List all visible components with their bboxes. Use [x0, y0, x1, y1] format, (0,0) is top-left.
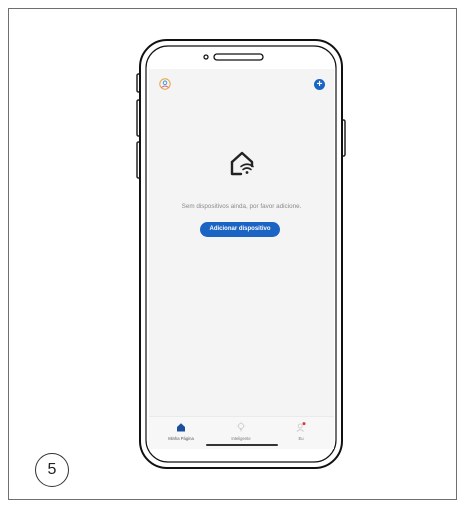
tab-label: Eu: [298, 436, 304, 441]
tab-label: Minha Página: [168, 436, 194, 441]
tab-minha-pagina[interactable]: Minha Página: [151, 421, 211, 441]
add-device-button[interactable]: Adicionar dispositivo: [200, 222, 280, 237]
user-icon: [296, 422, 306, 432]
smart-home-icon: [230, 151, 254, 176]
bottom-tab-bar: Minha Página Inteligente Eu: [149, 416, 334, 449]
home-icon: [177, 423, 185, 432]
add-icon[interactable]: +: [314, 79, 325, 90]
tab-inteligente[interactable]: Inteligente: [211, 421, 271, 441]
avatar-icon[interactable]: [159, 78, 171, 90]
tab-eu[interactable]: Eu: [271, 421, 331, 441]
home-indicator[interactable]: [206, 444, 278, 446]
tab-label: Inteligente: [231, 436, 251, 441]
step-number: 5: [35, 453, 69, 487]
app-screen: + Sem dispositivos ainda, por favor adic…: [149, 69, 334, 449]
lightbulb-icon: [236, 421, 246, 432]
notification-dot-icon: [302, 422, 306, 426]
empty-state-message: Sem dispositivos ainda, por favor adicio…: [181, 203, 302, 210]
